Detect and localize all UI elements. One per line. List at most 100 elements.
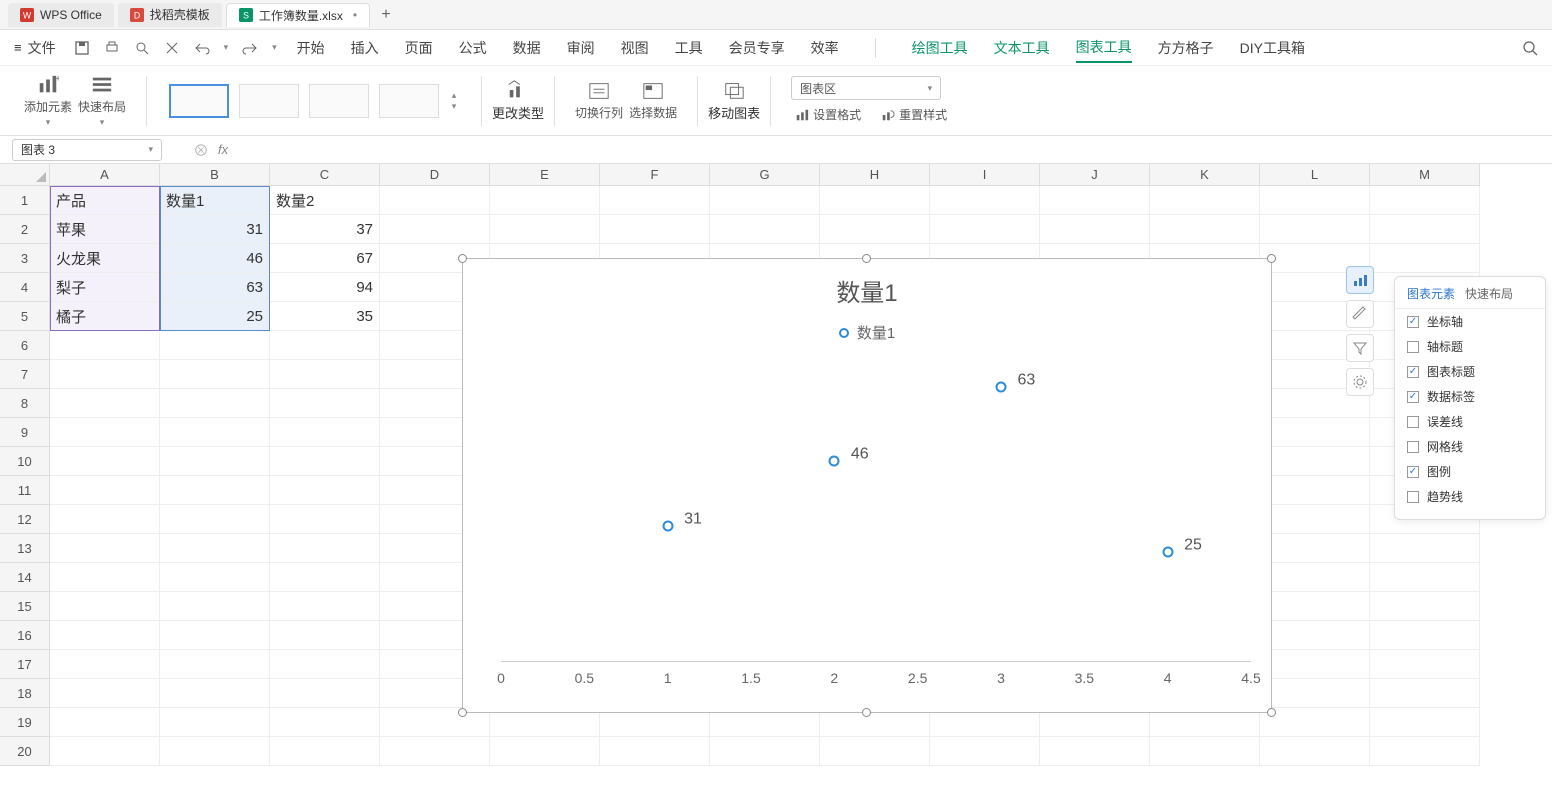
cancel-icon[interactable]	[194, 143, 208, 157]
cell[interactable]	[1150, 737, 1260, 766]
cell[interactable]: 数量2	[270, 186, 380, 215]
cell[interactable]	[380, 186, 490, 215]
panel-checkbox-item[interactable]: ✓图表标题	[1395, 359, 1545, 384]
chart-plot-area[interactable]: 00.511.522.533.544.531466325	[501, 359, 1251, 662]
cell[interactable]	[270, 534, 380, 563]
row-header[interactable]: 16	[0, 621, 50, 650]
row-header[interactable]: 8	[0, 389, 50, 418]
cell[interactable]	[490, 215, 600, 244]
cell[interactable]: 35	[270, 302, 380, 331]
row-header[interactable]: 19	[0, 708, 50, 737]
row-header[interactable]: 2	[0, 215, 50, 244]
row-header[interactable]: 9	[0, 418, 50, 447]
cell[interactable]	[1370, 592, 1480, 621]
checkbox[interactable]	[1407, 491, 1419, 503]
column-header[interactable]: H	[820, 164, 930, 186]
cell[interactable]	[380, 737, 490, 766]
resize-handle[interactable]	[862, 708, 871, 717]
tab-draw-tools[interactable]: 绘图工具	[912, 34, 968, 62]
cell[interactable]	[160, 621, 270, 650]
cell[interactable]	[270, 447, 380, 476]
row-header[interactable]: 20	[0, 737, 50, 766]
cell[interactable]	[1260, 592, 1370, 621]
cell[interactable]: 25	[160, 302, 270, 331]
formula-input-area[interactable]: fx	[174, 142, 228, 157]
cell[interactable]	[160, 418, 270, 447]
cell[interactable]	[160, 534, 270, 563]
cell[interactable]	[270, 331, 380, 360]
tab-ffgz[interactable]: 方方格子	[1158, 34, 1214, 62]
panel-tab-elements[interactable]: 图表元素	[1407, 285, 1455, 302]
data-point[interactable]: 46	[829, 454, 840, 469]
checkbox[interactable]: ✓	[1407, 366, 1419, 378]
cell[interactable]	[1260, 708, 1370, 737]
column-header[interactable]: J	[1040, 164, 1150, 186]
cell[interactable]	[820, 215, 930, 244]
cell[interactable]	[160, 331, 270, 360]
cell[interactable]	[1150, 186, 1260, 215]
row-header[interactable]: 18	[0, 679, 50, 708]
cell[interactable]	[1370, 737, 1480, 766]
column-header[interactable]: G	[710, 164, 820, 186]
chart-area-select[interactable]: 图表区 ▾	[791, 76, 941, 100]
tab-data[interactable]: 数据	[513, 34, 541, 62]
menu-icon[interactable]: ≡	[14, 40, 22, 55]
cell[interactable]	[1370, 563, 1480, 592]
cell[interactable]	[160, 360, 270, 389]
set-format-button[interactable]: 设置格式	[791, 104, 865, 125]
cell[interactable]	[160, 505, 270, 534]
chart-styles-button[interactable]	[1346, 300, 1374, 328]
cell[interactable]	[1370, 186, 1480, 215]
chart-settings-button[interactable]	[1346, 368, 1374, 396]
checkbox[interactable]: ✓	[1407, 466, 1419, 478]
tab-member[interactable]: 会员专享	[729, 34, 785, 62]
cell[interactable]	[1260, 447, 1370, 476]
cell[interactable]	[1040, 186, 1150, 215]
cell[interactable]	[160, 650, 270, 679]
tab-formula[interactable]: 公式	[459, 34, 487, 62]
row-header[interactable]: 12	[0, 505, 50, 534]
panel-tab-layout[interactable]: 快速布局	[1465, 285, 1513, 302]
select-data-button[interactable]: 选择数据	[629, 80, 677, 121]
redo-icon[interactable]	[242, 40, 258, 56]
cell[interactable]	[50, 737, 160, 766]
panel-checkbox-item[interactable]: ✓图例	[1395, 459, 1545, 484]
resize-handle[interactable]	[1267, 254, 1276, 263]
cell[interactable]	[270, 418, 380, 447]
select-all-corner[interactable]	[0, 164, 50, 186]
style-more[interactable]: ▴▾	[447, 90, 461, 112]
cell[interactable]	[50, 447, 160, 476]
cell[interactable]	[270, 360, 380, 389]
reset-style-button[interactable]: 重置样式	[877, 104, 951, 125]
cell[interactable]	[160, 563, 270, 592]
cell[interactable]	[930, 186, 1040, 215]
cell[interactable]	[1260, 563, 1370, 592]
cell[interactable]	[600, 186, 710, 215]
cell[interactable]	[270, 563, 380, 592]
data-point[interactable]: 63	[996, 380, 1007, 395]
quick-layout-button[interactable]: 快速布局 ▾	[78, 74, 126, 128]
cell[interactable]	[1260, 505, 1370, 534]
cell[interactable]	[710, 186, 820, 215]
panel-checkbox-item[interactable]: 误差线	[1395, 409, 1545, 434]
cell[interactable]: 橘子	[50, 302, 160, 331]
cell[interactable]	[1370, 215, 1480, 244]
cell[interactable]	[1370, 650, 1480, 679]
chart-style-1[interactable]	[169, 84, 229, 118]
cell[interactable]	[50, 650, 160, 679]
cell[interactable]	[270, 592, 380, 621]
cell[interactable]	[930, 737, 1040, 766]
print-icon[interactable]	[104, 40, 120, 56]
app-tab-workbook[interactable]: S 工作簿数量.xlsx •	[226, 3, 370, 27]
tab-tools[interactable]: 工具	[675, 34, 703, 62]
cell[interactable]: 苹果	[50, 215, 160, 244]
tab-start[interactable]: 开始	[297, 34, 325, 62]
cell[interactable]	[160, 592, 270, 621]
embedded-chart[interactable]: 数量1 数量1 00.511.522.533.544.531466325	[462, 258, 1272, 713]
cut-icon[interactable]	[164, 40, 180, 56]
cell[interactable]: 梨子	[50, 273, 160, 302]
cell[interactable]	[50, 621, 160, 650]
tab-page[interactable]: 页面	[405, 34, 433, 62]
checkbox[interactable]	[1407, 416, 1419, 428]
data-point[interactable]: 31	[662, 519, 673, 534]
